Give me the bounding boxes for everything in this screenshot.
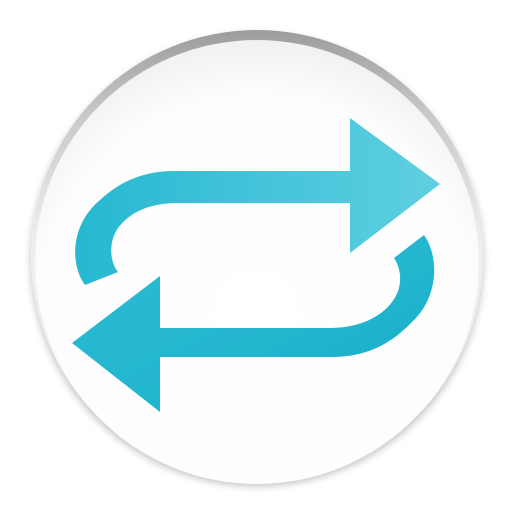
repeat-app-icon[interactable]: [0, 0, 512, 512]
app-icon-stage: [0, 0, 512, 512]
